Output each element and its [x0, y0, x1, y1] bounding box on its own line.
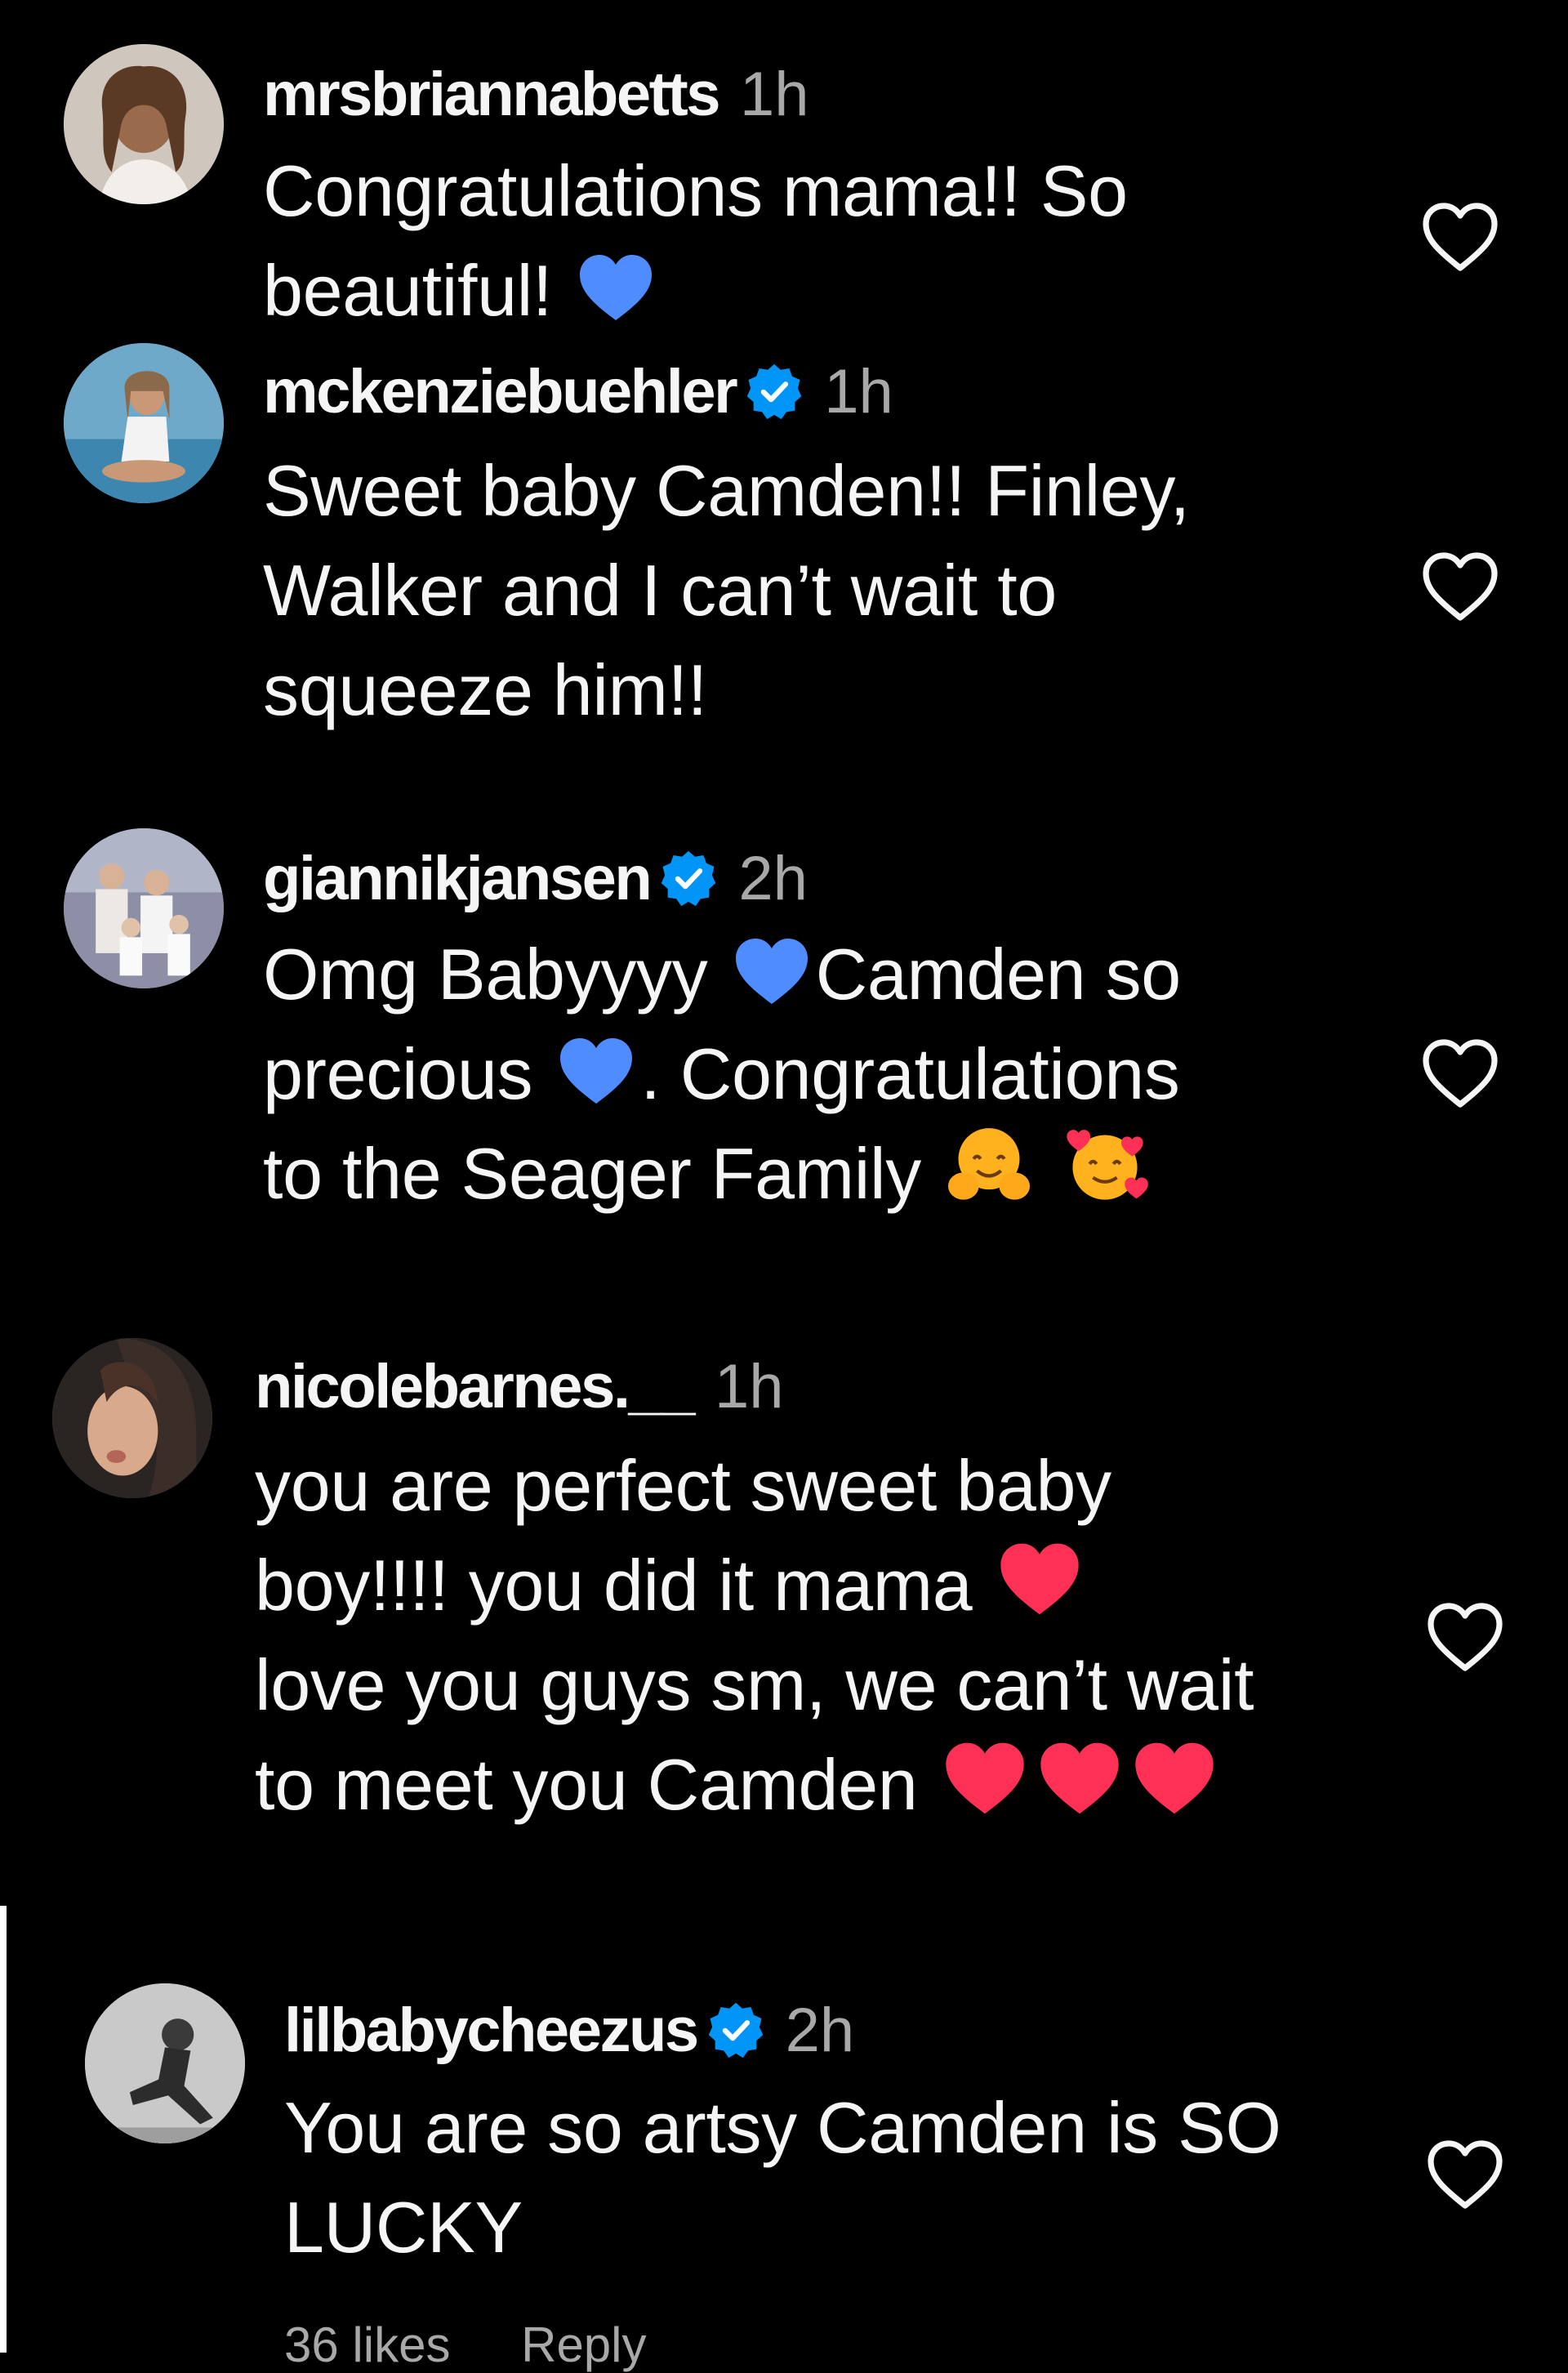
- avatar[interactable]: [85, 1983, 245, 2143]
- comment-header: nicolebarnes.__ 1h: [255, 1349, 784, 1423]
- comment-header: giannikjansen 2h: [263, 841, 808, 915]
- like-button[interactable]: [1426, 2139, 1504, 2210]
- comment-text: Sweet baby Camden!! Finley, Walker and I…: [263, 441, 1488, 740]
- red-heart-emoji: [997, 1540, 1082, 1618]
- like-button[interactable]: [1421, 201, 1499, 273]
- blue-heart-emoji: [577, 252, 655, 323]
- comment-line: squeeze him!!: [263, 649, 707, 730]
- timestamp: 2h: [738, 843, 808, 913]
- comment-line: You are so artsy Camden is SO: [284, 2087, 1281, 2168]
- likes-count[interactable]: 36 likes: [284, 2317, 450, 2372]
- comment-text: Congratulations mama!! So beautiful!: [263, 141, 1488, 341]
- reply-button[interactable]: Reply: [521, 2317, 646, 2372]
- red-heart-emoji: [1037, 1739, 1122, 1818]
- verified-badge-icon: [746, 363, 803, 420]
- like-button[interactable]: [1421, 1037, 1499, 1109]
- like-button[interactable]: [1426, 1601, 1504, 1673]
- avatar[interactable]: [64, 828, 224, 988]
- comment-line: Omg Babyyyy Camden so: [263, 934, 1181, 1015]
- comment-line: you are perfect sweet baby: [255, 1445, 1111, 1526]
- red-heart-emoji: [942, 1739, 1027, 1818]
- comment-line: to the Seager Family: [263, 1124, 1488, 1224]
- screenshot-splice: [0, 1887, 1568, 1911]
- timestamp: 1h: [824, 356, 893, 426]
- comment-line: Walker and I can’t wait to: [263, 550, 1058, 631]
- blue-heart-emoji: [557, 1035, 635, 1107]
- comment-header: mrsbriannabetts 1h: [263, 57, 809, 131]
- avatar[interactable]: [64, 44, 224, 204]
- like-button[interactable]: [1421, 551, 1499, 622]
- comment-line: precious . Congratulations: [263, 1033, 1180, 1114]
- hugging-face-emoji: [946, 1125, 1032, 1207]
- comment-text: You are so artsy Camden is SO LUCKY: [284, 2078, 1509, 2277]
- avatar[interactable]: [52, 1338, 212, 1498]
- timestamp: 1h: [715, 1351, 784, 1421]
- smiling-face-with-hearts-emoji: [1062, 1125, 1148, 1207]
- verified-badge-icon: [660, 850, 717, 907]
- comment-line: Sweet baby Camden!! Finley,: [263, 450, 1190, 531]
- username[interactable]: lilbabycheezus: [284, 1995, 699, 2066]
- timestamp: 1h: [740, 59, 809, 129]
- comment-text: Omg Babyyyy Camden so precious . Congrat…: [263, 925, 1488, 1224]
- comment-line: beautiful!: [263, 241, 1488, 341]
- username[interactable]: mrsbriannabetts: [263, 59, 721, 130]
- avatar[interactable]: [64, 343, 224, 503]
- comment-header: lilbabycheezus 2h: [284, 1993, 854, 2067]
- comment-line: to meet you Camden: [255, 1735, 1529, 1835]
- timestamp: 2h: [785, 1995, 855, 2065]
- comment-text: you are perfect sweet baby boy!!!! you d…: [255, 1436, 1529, 1835]
- username[interactable]: mckenziebuehler: [263, 356, 738, 427]
- comment-line: boy!!!! you did it mama: [255, 1536, 1529, 1635]
- red-heart-emoji: [1132, 1739, 1217, 1818]
- comment-line: love you guys sm, we can’t wait: [255, 1644, 1254, 1725]
- username[interactable]: giannikjansen: [263, 843, 653, 914]
- comment-line: Congratulations mama!! So: [263, 150, 1128, 231]
- comment-line: LUCKY: [284, 2187, 523, 2268]
- blue-heart-emoji: [733, 935, 811, 1007]
- verified-badge-icon: [707, 2001, 764, 2059]
- splice-edge: [0, 1906, 7, 2353]
- comment-header: mckenziebuehler 1h: [263, 355, 893, 428]
- username[interactable]: nicolebarnes.__: [255, 1351, 696, 1422]
- comment-actions: 36 likes Reply: [284, 2317, 647, 2373]
